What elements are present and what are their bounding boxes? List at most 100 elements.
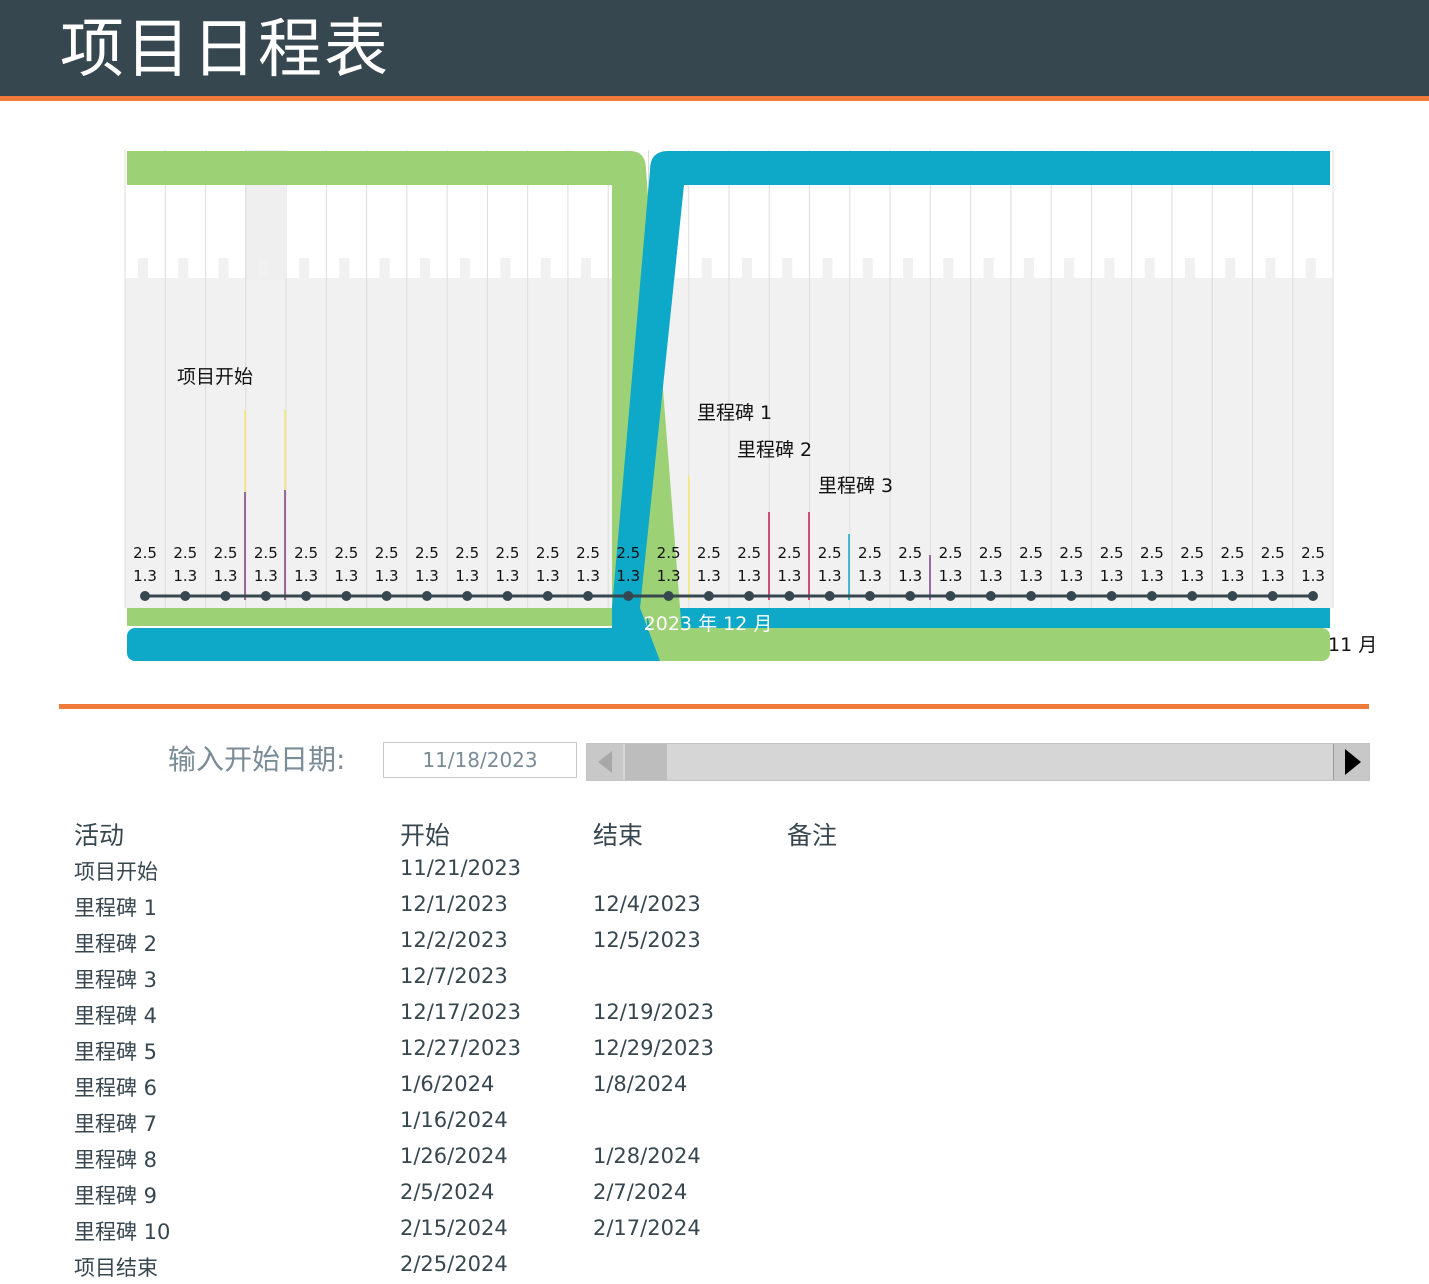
grid-notch xyxy=(1023,258,1034,278)
tick-bottom-label: 1.3 xyxy=(1180,567,1204,585)
timeline-dot xyxy=(1026,591,1037,601)
tick-bottom-label: 1.3 xyxy=(415,567,439,585)
page-header: 项目日程表 xyxy=(0,0,1429,101)
table-cell-start: 2/5/2024 xyxy=(400,1180,495,1204)
tick-bottom-label: 1.3 xyxy=(1100,567,1124,585)
tick-top-label: 2.5 xyxy=(173,544,197,562)
tick-bottom-label: 1.3 xyxy=(1059,567,1083,585)
tick-top-label: 2.5 xyxy=(858,544,882,562)
table-cell-activity: 里程碑 4 xyxy=(74,1004,158,1028)
table-cell-activity: 项目结束 xyxy=(74,1256,158,1280)
table-cell-start: 12/27/2023 xyxy=(400,1036,522,1060)
tick-bottom-label: 1.3 xyxy=(1140,567,1164,585)
tick-bottom-label: 1.3 xyxy=(496,567,520,585)
timeline-dot xyxy=(220,591,231,601)
scroll-right-arrow-icon[interactable] xyxy=(1333,744,1369,780)
header-start: 开始 xyxy=(400,821,451,850)
tick-top-label: 2.5 xyxy=(415,544,439,562)
page-title: 项目日程表 xyxy=(60,13,390,87)
tick-bottom-label: 1.3 xyxy=(254,567,278,585)
grid-notch xyxy=(299,258,310,278)
header-end: 结束 xyxy=(593,821,644,850)
tick-bottom-label: 1.3 xyxy=(898,567,922,585)
table-cell-start: 12/7/2023 xyxy=(400,964,508,988)
table-cell-end: 12/5/2023 xyxy=(593,928,701,952)
timeline-dot xyxy=(462,591,473,601)
grid-notch xyxy=(822,258,833,278)
start-date-input[interactable] xyxy=(383,742,577,778)
tick-bottom-label: 1.3 xyxy=(214,567,238,585)
timeline-dot xyxy=(1308,591,1318,601)
header-activity: 活动 xyxy=(74,821,125,850)
tick-top-label: 2.5 xyxy=(1140,544,1164,562)
tick-top-label: 2.5 xyxy=(939,544,963,562)
table-cell-end: 1/28/2024 xyxy=(593,1144,701,1168)
tick-bottom-label: 1.3 xyxy=(979,567,1003,585)
timeline-scrollbar[interactable] xyxy=(586,743,1370,781)
scrollbar-thumb[interactable] xyxy=(625,744,667,780)
grid-notch xyxy=(339,258,350,278)
tick-top-label: 2.5 xyxy=(375,544,399,562)
table-cell-activity: 项目开始 xyxy=(74,860,158,884)
scroll-left-arrow-icon[interactable] xyxy=(587,744,623,780)
grid-notch xyxy=(580,258,591,278)
timeline-dot xyxy=(1267,591,1278,601)
table-cell-start: 12/17/2023 xyxy=(400,1000,522,1024)
tick-top-label: 2.5 xyxy=(294,544,318,562)
tick-top-label: 2.5 xyxy=(1019,544,1043,562)
tick-bottom-label: 1.3 xyxy=(173,567,197,585)
timeline-dot xyxy=(1066,591,1077,601)
milestone-callout: 里程碑 2 xyxy=(737,439,812,461)
tick-bottom-label: 1.3 xyxy=(777,567,801,585)
table-cell-end: 1/8/2024 xyxy=(593,1072,688,1096)
tick-top-label: 2.5 xyxy=(777,544,801,562)
table-cell-start: 2/25/2024 xyxy=(400,1252,508,1276)
table-cell-activity: 里程碑 2 xyxy=(74,932,158,956)
timeline-dot xyxy=(140,591,150,601)
tick-bottom-label: 1.3 xyxy=(737,567,761,585)
grid-notch xyxy=(500,258,511,278)
tick-top-label: 2.5 xyxy=(1301,544,1325,562)
table-cell-start: 1/6/2024 xyxy=(400,1072,495,1096)
tick-top-label: 2.5 xyxy=(898,544,922,562)
timeline-dot xyxy=(1106,591,1117,601)
table-cell-start: 12/2/2023 xyxy=(400,928,508,952)
grid-notch xyxy=(1144,258,1155,278)
timeline-dot xyxy=(744,591,755,601)
table-cell-end: 12/19/2023 xyxy=(593,1000,715,1024)
timeline-dot xyxy=(784,591,795,601)
table-cell-activity: 里程碑 8 xyxy=(74,1148,158,1172)
grid-notch xyxy=(379,258,390,278)
timeline-dot xyxy=(301,591,312,601)
timeline-chart: 项目开始里程碑 1 里程碑 2 里程碑 3 2.5 1.3 2.5 1.3 2.5 1.3 2.5… xyxy=(124,150,1377,661)
timeline-dot xyxy=(945,591,956,601)
tick-bottom-label: 1.3 xyxy=(616,567,640,585)
timeline-dot xyxy=(502,591,513,601)
grid-notch xyxy=(1225,258,1236,278)
timeline-dot xyxy=(864,591,875,601)
tick-top-label: 2.5 xyxy=(737,544,761,562)
tick-top-label: 2.5 xyxy=(1180,544,1204,562)
table-cell-start: 1/16/2024 xyxy=(400,1108,508,1132)
tick-top-label: 2.5 xyxy=(1059,544,1083,562)
timeline-month-label: 2023 年 12 月 xyxy=(644,613,773,635)
table-cell-start: 2/15/2024 xyxy=(400,1216,508,1240)
start-date-label: 输入开始日期: xyxy=(168,743,346,776)
tick-bottom-label: 1.3 xyxy=(858,567,882,585)
grid-notch xyxy=(983,258,994,278)
grid-notch xyxy=(258,258,269,278)
tick-top-label: 2.5 xyxy=(697,544,721,562)
timeline-dot xyxy=(180,591,191,601)
tick-top-label: 2.5 xyxy=(1261,544,1285,562)
tick-bottom-label: 1.3 xyxy=(1221,567,1245,585)
grid-notch xyxy=(782,258,793,278)
tick-bottom-label: 1.3 xyxy=(1019,567,1043,585)
timeline-dot xyxy=(381,591,392,601)
grid-notch xyxy=(1184,258,1195,278)
tick-top-label: 2.5 xyxy=(133,544,157,562)
timeline-dot xyxy=(1187,591,1198,601)
timeline-end-label: 11 月 xyxy=(1328,634,1377,656)
tick-top-label: 2.5 xyxy=(254,544,278,562)
timeline-dot xyxy=(260,591,271,601)
timeline-dot xyxy=(623,591,634,601)
